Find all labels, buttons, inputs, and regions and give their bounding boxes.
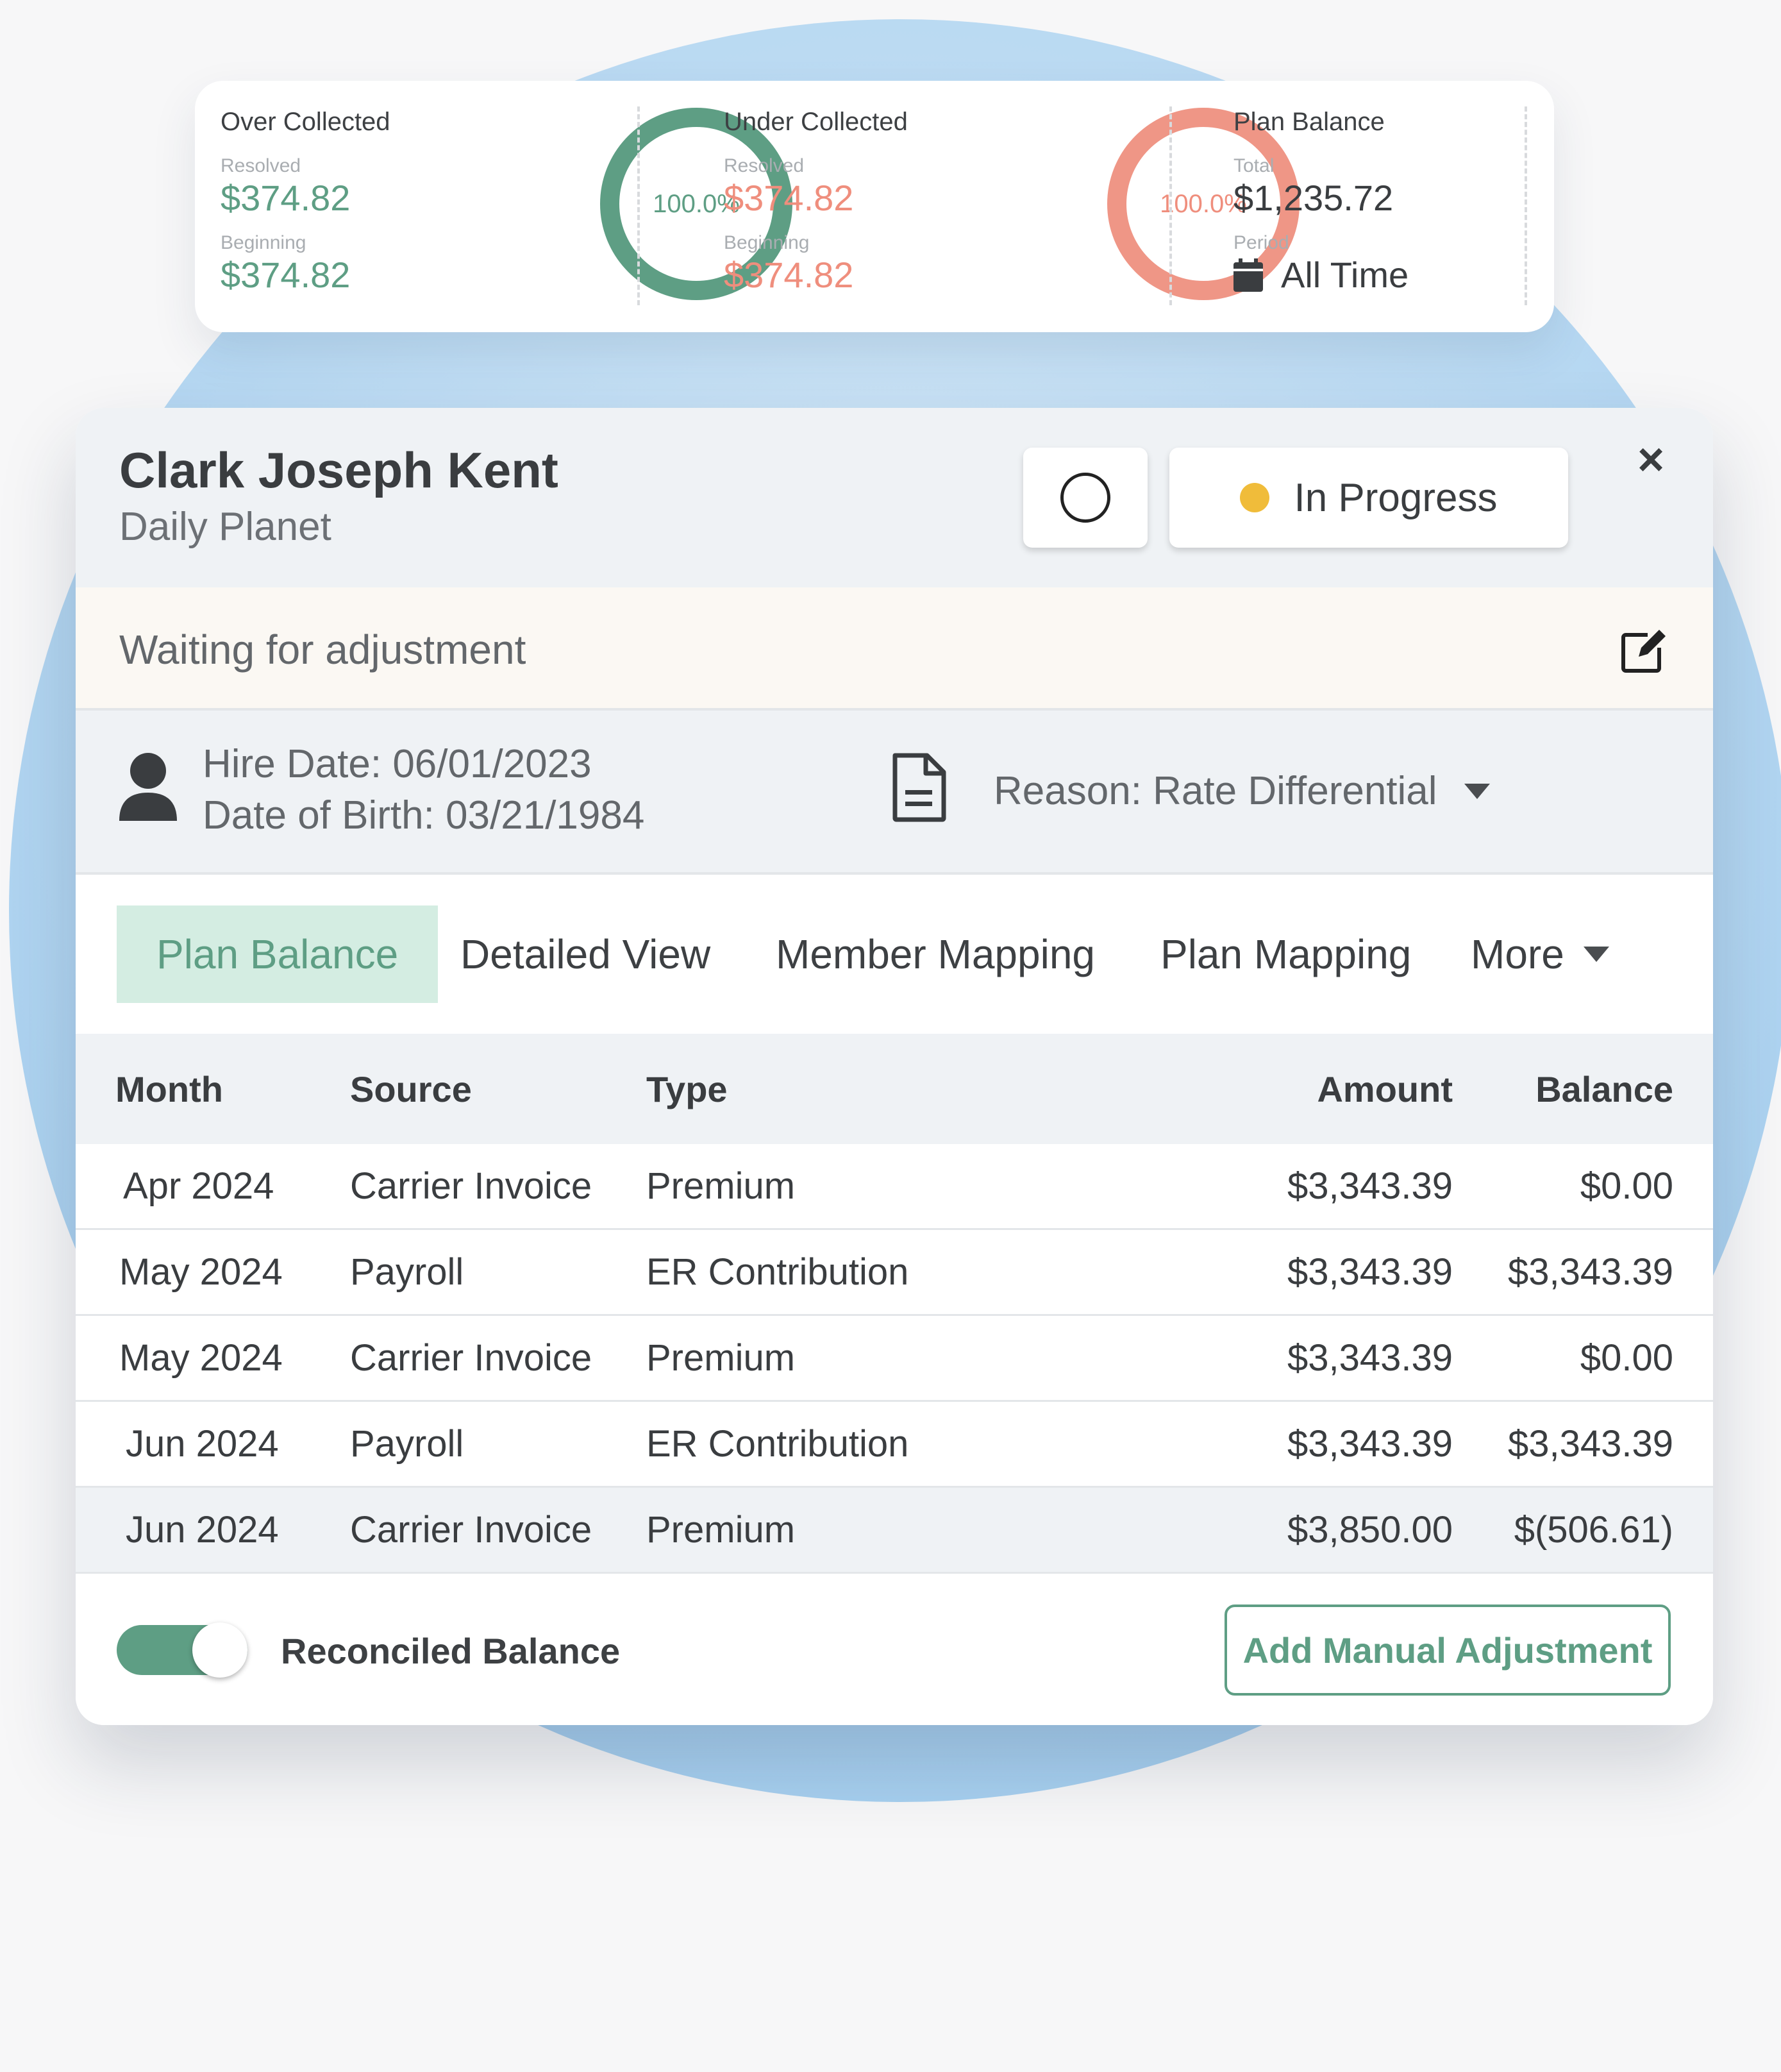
cell-month: Jun 2024 xyxy=(126,1509,279,1551)
column-header-amount[interactable]: Amount xyxy=(1317,1034,1453,1144)
cell-balance: $3,343.39 xyxy=(1507,1251,1673,1293)
status-dot-icon xyxy=(1240,483,1270,512)
period-selector[interactable]: All Time xyxy=(1233,254,1409,296)
cell-type: Premium xyxy=(646,1165,796,1207)
section-divider xyxy=(637,106,640,305)
cell-amount: $3,343.39 xyxy=(1287,1423,1453,1465)
reason-label: Reason: Rate Differential xyxy=(994,769,1437,813)
plan-balance-title: Plan Balance xyxy=(1233,108,1385,136)
under-beginning-label: Beginning xyxy=(724,232,810,253)
period-label: Period xyxy=(1233,232,1289,253)
cell-source: Payroll xyxy=(350,1251,464,1293)
column-header-balance[interactable]: Balance xyxy=(1535,1034,1673,1144)
over-resolved-value: $374.82 xyxy=(221,178,351,218)
close-icon[interactable]: × xyxy=(1637,434,1664,486)
cell-amount: $3,850.00 xyxy=(1287,1509,1453,1551)
plan-balance-table: Month Source Type Amount Balance Apr 202… xyxy=(76,1034,1713,1574)
calendar-icon xyxy=(1233,258,1263,292)
total-label: Total xyxy=(1233,155,1275,176)
edit-icon[interactable] xyxy=(1619,626,1668,675)
tab-member-mapping[interactable]: Member Mapping xyxy=(776,905,1095,1003)
column-header-month[interactable]: Month xyxy=(115,1034,223,1144)
column-header-source[interactable]: Source xyxy=(350,1034,472,1144)
info-bar: Hire Date: 06/01/2023 Date of Birth: 03/… xyxy=(76,711,1713,875)
cell-balance: $0.00 xyxy=(1580,1337,1673,1379)
company-name: Daily Planet xyxy=(119,505,331,549)
cell-source: Carrier Invoice xyxy=(350,1337,592,1379)
reconciled-balance-toggle[interactable] xyxy=(117,1622,247,1678)
tab-bar: Plan Balance Detailed View Member Mappin… xyxy=(76,875,1713,1034)
birth-date: Date of Birth: 03/21/1984 xyxy=(203,793,645,838)
member-detail-panel: Clark Joseph Kent Daily Planet In Progre… xyxy=(76,408,1713,1725)
over-beginning-label: Beginning xyxy=(221,232,306,253)
section-divider xyxy=(1169,106,1172,305)
cell-source: Carrier Invoice xyxy=(350,1165,592,1207)
cell-month: May 2024 xyxy=(119,1337,283,1379)
summary-card: Over Collected Resolved $374.82 Beginnin… xyxy=(195,81,1554,332)
cell-month: Apr 2024 xyxy=(123,1165,274,1207)
cell-type: Premium xyxy=(646,1337,796,1379)
chevron-down-icon xyxy=(1464,783,1490,799)
table-row[interactable]: Jun 2024 Payroll ER Contribution $3,343.… xyxy=(76,1402,1713,1488)
toggle-knob xyxy=(192,1622,247,1678)
chevron-down-icon xyxy=(1583,947,1609,962)
cell-amount: $3,343.39 xyxy=(1287,1337,1453,1379)
panel-header: Clark Joseph Kent Daily Planet In Progre… xyxy=(76,408,1713,587)
reconciled-balance-label: Reconciled Balance xyxy=(281,1631,621,1671)
over-resolved-label: Resolved xyxy=(221,155,301,176)
under-collected-title: Under Collected xyxy=(724,108,908,136)
status-dropdown[interactable]: In Progress xyxy=(1169,448,1568,548)
cell-source: Payroll xyxy=(350,1423,464,1465)
hire-date: Hire Date: 06/01/2023 xyxy=(203,742,592,786)
over-beginning-value: $374.82 xyxy=(221,255,351,295)
circle-icon xyxy=(1060,473,1110,523)
cell-balance: $3,343.39 xyxy=(1507,1423,1673,1465)
table-row[interactable]: May 2024 Payroll ER Contribution $3,343.… xyxy=(76,1230,1713,1316)
person-icon xyxy=(119,753,177,821)
table-row[interactable]: Apr 2024 Carrier Invoice Premium $3,343.… xyxy=(76,1144,1713,1230)
cell-amount: $3,343.39 xyxy=(1287,1251,1453,1293)
table-row[interactable]: Jun 2024 Carrier Invoice Premium $3,850.… xyxy=(76,1488,1713,1574)
complete-toggle-button[interactable] xyxy=(1023,448,1148,548)
under-beginning-value: $374.82 xyxy=(724,255,854,295)
status-label: In Progress xyxy=(1294,475,1498,520)
cell-type: ER Contribution xyxy=(646,1251,909,1293)
under-resolved-value: $374.82 xyxy=(724,178,854,218)
note-text: Waiting for adjustment xyxy=(119,627,526,673)
under-resolved-label: Resolved xyxy=(724,155,805,176)
total-value: $1,235.72 xyxy=(1233,178,1394,218)
section-divider xyxy=(1525,106,1527,305)
panel-footer: Reconciled Balance Add Manual Adjustment xyxy=(76,1574,1713,1725)
reason-dropdown[interactable]: Reason: Rate Differential xyxy=(994,768,1490,814)
table-header: Month Source Type Amount Balance xyxy=(76,1034,1713,1144)
add-manual-adjustment-button[interactable]: Add Manual Adjustment xyxy=(1225,1605,1671,1696)
member-name: Clark Joseph Kent xyxy=(119,442,558,498)
cell-balance: $(506.61) xyxy=(1514,1509,1673,1551)
cell-month: May 2024 xyxy=(119,1251,283,1293)
note-bar: Waiting for adjustment xyxy=(76,587,1713,711)
cell-month: Jun 2024 xyxy=(126,1423,279,1465)
tab-plan-balance[interactable]: Plan Balance xyxy=(117,905,439,1003)
cell-amount: $3,343.39 xyxy=(1287,1165,1453,1207)
document-icon xyxy=(892,753,946,822)
cell-source: Carrier Invoice xyxy=(350,1509,592,1551)
over-collected-title: Over Collected xyxy=(221,108,390,136)
cell-balance: $0.00 xyxy=(1580,1165,1673,1207)
cell-type: Premium xyxy=(646,1509,796,1551)
cell-type: ER Contribution xyxy=(646,1423,909,1465)
tab-more[interactable]: More xyxy=(1471,905,1609,1003)
tab-plan-mapping[interactable]: Plan Mapping xyxy=(1160,905,1411,1003)
tab-detailed-view[interactable]: Detailed View xyxy=(460,905,710,1003)
period-value: All Time xyxy=(1281,255,1409,295)
table-row[interactable]: May 2024 Carrier Invoice Premium $3,343.… xyxy=(76,1316,1713,1402)
column-header-type[interactable]: Type xyxy=(646,1034,728,1144)
